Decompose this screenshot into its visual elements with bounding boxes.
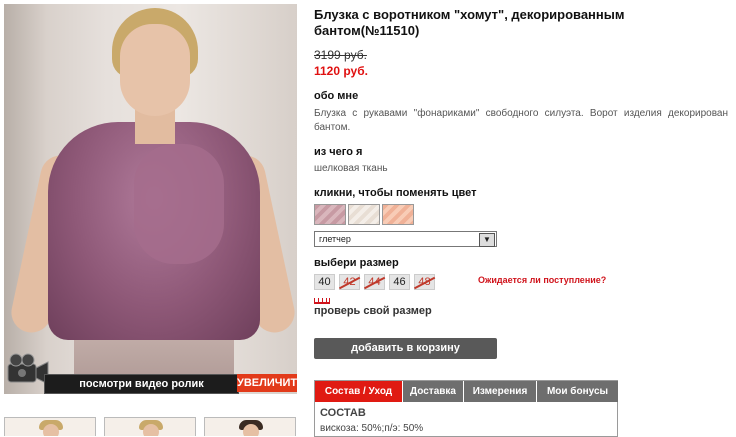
- new-price: 1120 руб.: [314, 64, 368, 78]
- tab-measurements[interactable]: Измерения: [463, 381, 536, 402]
- zoom-button[interactable]: УВЕЛИЧИТЬ: [237, 374, 305, 392]
- color-select-value: глетчер: [319, 234, 351, 244]
- availability-link[interactable]: Ожидается ли поступление?: [478, 275, 606, 285]
- color-swatch-cream[interactable]: [348, 204, 380, 225]
- tab-delivery[interactable]: Доставка: [402, 381, 463, 402]
- color-select[interactable]: глетчер ▼: [314, 231, 497, 247]
- thumbnail[interactable]: [104, 417, 196, 436]
- thumbnail-strip: [4, 414, 297, 436]
- photo-face: [120, 24, 190, 116]
- color-swatch-pink[interactable]: [314, 204, 346, 225]
- material-heading: из чего я: [314, 146, 363, 158]
- size-option-unavailable[interactable]: 48: [414, 274, 435, 290]
- chevron-down-icon[interactable]: ▼: [479, 233, 495, 247]
- product-photo[interactable]: [4, 4, 297, 394]
- size-heading: выбери размер: [314, 257, 399, 269]
- color-swatch-peach[interactable]: [382, 204, 414, 225]
- ruler-icon[interactable]: [314, 297, 330, 304]
- thumbnail[interactable]: [204, 417, 296, 436]
- tab-bonuses[interactable]: Мои бонусы: [536, 381, 618, 402]
- product-title: Блузка с воротником "хомут", декорирован…: [314, 7, 625, 38]
- thumbnail-face: [143, 424, 159, 436]
- media-bar: посмотри видео ролик УВЕЛИЧИТЬ: [4, 353, 305, 394]
- thumbnail-face: [243, 424, 259, 436]
- info-tabs: Состав / Уход Доставка Измерения Мои бон…: [314, 380, 618, 437]
- size-option-unavailable[interactable]: 44: [364, 274, 385, 290]
- composition-text: вискоза: 50%;п/э: 50%: [320, 423, 424, 434]
- size-option-unavailable[interactable]: 42: [339, 274, 360, 290]
- size-option[interactable]: 40: [314, 274, 335, 290]
- about-heading: обо мне: [314, 90, 359, 102]
- watch-video-button[interactable]: посмотри видео ролик: [44, 374, 239, 394]
- thumbnail[interactable]: [4, 417, 96, 436]
- material-text: шелковая ткань: [314, 163, 388, 174]
- tab-composition[interactable]: Состав / Уход: [315, 381, 402, 402]
- composition-heading: СОСТАВ: [320, 407, 366, 419]
- old-price: 3199 руб.: [314, 48, 367, 62]
- add-to-cart-button[interactable]: добавить в корзину: [314, 338, 497, 359]
- size-option[interactable]: 46: [389, 274, 410, 290]
- photo-bow: [134, 144, 224, 264]
- check-size-link[interactable]: проверь свой размер: [314, 305, 432, 317]
- color-heading: кликни, чтобы поменять цвет: [314, 187, 477, 199]
- about-text: Блузка с рукавами "фонариками" свободног…: [314, 108, 728, 133]
- thumbnail-face: [43, 424, 59, 436]
